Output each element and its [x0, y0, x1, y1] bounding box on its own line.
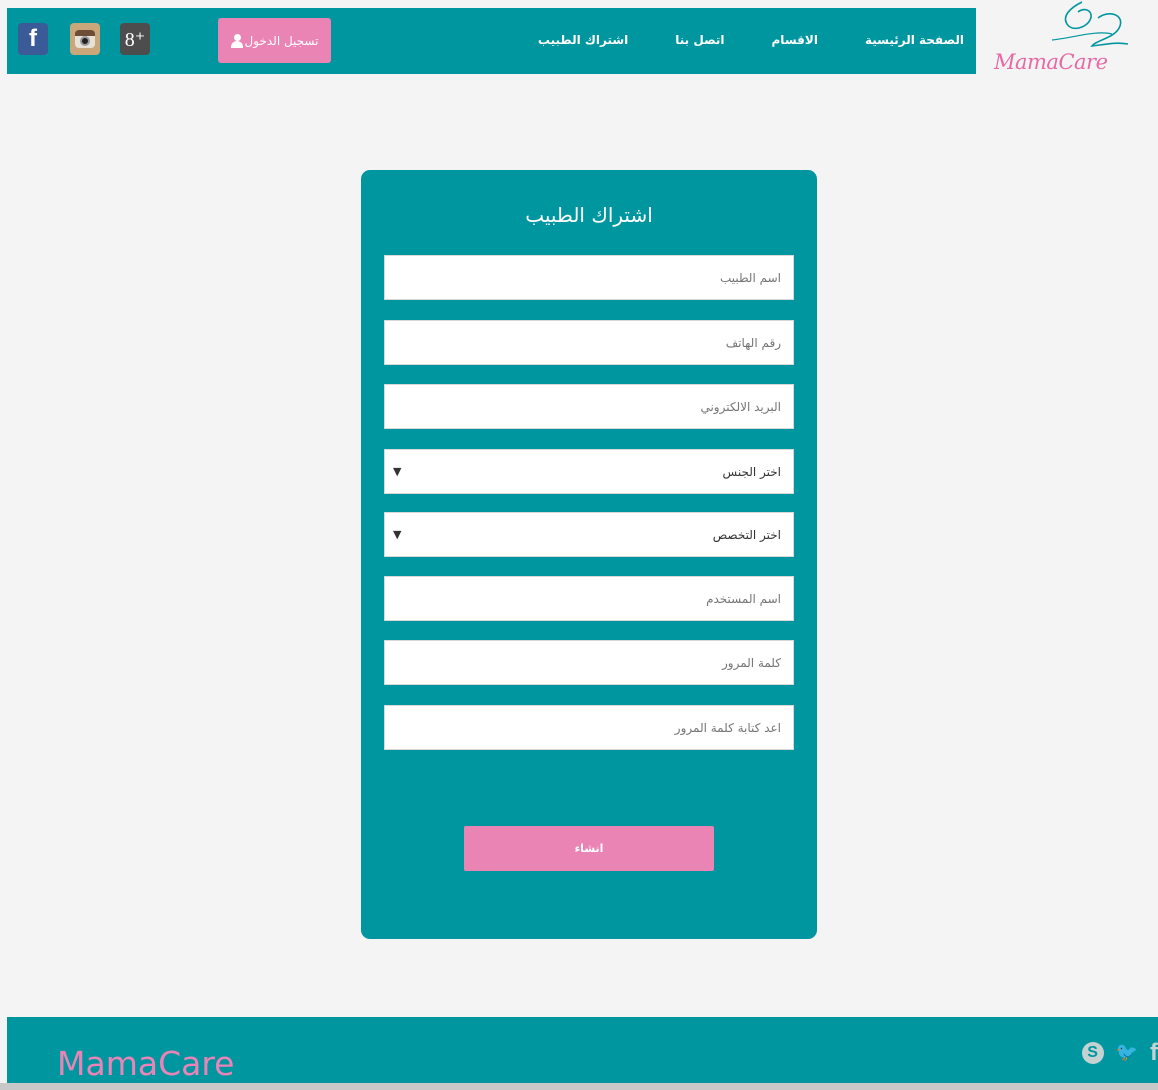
- create-account-button[interactable]: انشاء: [464, 826, 714, 871]
- nav-item-home[interactable]: الصفحة الرئيسية: [865, 33, 964, 47]
- navbar: f 8⁺ تسجيل الدخول الصفحة الرئيسية الاقسا…: [7, 8, 976, 74]
- login-button[interactable]: تسجيل الدخول: [218, 18, 331, 63]
- footer-facebook-icon[interactable]: f: [1150, 1039, 1158, 1067]
- username-input[interactable]: [384, 576, 794, 621]
- skype-icon[interactable]: S: [1081, 1042, 1104, 1064]
- form-title: اشتراك الطبيب: [525, 203, 653, 227]
- footer-social-icons: S 🐦 f: [1081, 1039, 1158, 1067]
- footer: MamaCare S 🐦 f: [7, 1017, 1158, 1083]
- phone-input[interactable]: [384, 320, 794, 365]
- twitter-icon[interactable]: 🐦: [1116, 1042, 1138, 1067]
- doctor-name-input[interactable]: [384, 255, 794, 300]
- chevron-down-icon: ▼: [393, 465, 402, 478]
- logo-text: MamaCare: [994, 50, 1108, 74]
- email-input[interactable]: [384, 384, 794, 429]
- footer-brand: MamaCare: [57, 1044, 235, 1083]
- specialty-select[interactable]: اختر التخصص ▼: [384, 512, 794, 557]
- logo-mark-icon: [1051, 1, 1129, 48]
- nav-item-doctor-signup[interactable]: اشتراك الطبيب: [538, 33, 628, 47]
- gender-select[interactable]: اختر الجنس ▼: [384, 449, 794, 494]
- facebook-icon[interactable]: f: [18, 23, 48, 55]
- password-input[interactable]: [384, 640, 794, 685]
- logo[interactable]: MamaCare: [982, 0, 1158, 82]
- top-bar: f 8⁺ تسجيل الدخول الصفحة الرئيسية الاقسا…: [7, 0, 1158, 82]
- instagram-icon[interactable]: [70, 23, 100, 55]
- google-plus-glyph: 8⁺: [124, 28, 146, 51]
- chevron-down-icon: ▼: [393, 528, 402, 541]
- nav-item-departments[interactable]: الاقسام: [772, 33, 818, 47]
- user-icon: [230, 33, 243, 48]
- nav-links: الصفحة الرئيسية الاقسام اتصل بنا اشتراك …: [491, 33, 964, 47]
- confirm-password-input[interactable]: [384, 705, 794, 750]
- specialty-select-value: اختر التخصص: [712, 527, 781, 542]
- gender-select-value: اختر الجنس: [722, 464, 781, 479]
- nav-item-contact[interactable]: اتصل بنا: [675, 33, 724, 47]
- camera-glyph: [75, 30, 95, 48]
- facebook-glyph: f: [29, 25, 37, 52]
- google-plus-icon[interactable]: 8⁺: [120, 23, 150, 55]
- doctor-signup-form: اشتراك الطبيب اختر الجنس ▼ اختر التخصص ▼…: [361, 170, 817, 939]
- bottom-strip: [0, 1083, 1158, 1090]
- login-label: تسجيل الدخول: [244, 33, 319, 48]
